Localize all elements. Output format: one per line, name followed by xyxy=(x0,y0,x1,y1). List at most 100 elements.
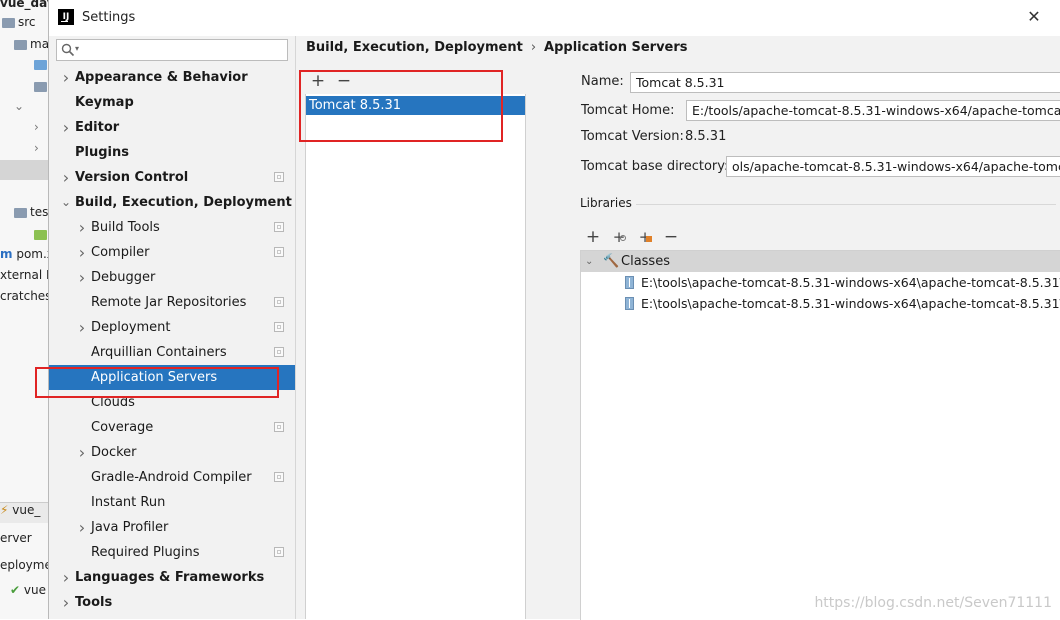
nav-item-label: Instant Run xyxy=(91,495,166,510)
intellij-icon: IJ xyxy=(58,9,74,25)
folder-icon xyxy=(34,81,47,92)
jar-row[interactable]: E:\tools\apache-tomcat-8.5.31-windows-x6… xyxy=(581,272,1060,293)
search-input[interactable]: ▾ xyxy=(56,39,288,61)
nav-item-arquillian-containers[interactable]: Arquillian Containers xyxy=(49,340,295,365)
tree-row-main[interactable]: ma xyxy=(14,37,49,51)
settings-nav: ▾ › Appearance & Behavior Keymap › Editor Plu… xyxy=(49,36,296,619)
content-pane: Build, Execution, Deployment › Application… xyxy=(296,36,1060,620)
chevron-right-icon[interactable]: › xyxy=(61,65,71,90)
chevron-right-icon[interactable]: › xyxy=(77,515,87,540)
nav-item-label: Appearance & Behavior xyxy=(75,70,248,85)
breadcrumb-separator: › xyxy=(530,40,537,55)
name-field[interactable]: Tomcat 8.5.31 xyxy=(630,72,1060,93)
settings-dialog: IJ Settings ✕ ▾ › Appearance & Behavior Ke… xyxy=(35,0,1060,620)
jar-icon xyxy=(625,297,634,310)
nav-item-clouds[interactable]: Clouds xyxy=(49,390,295,415)
name-label: Name: xyxy=(581,74,624,89)
tree-row-pom[interactable]: m pom.x xyxy=(0,247,54,261)
nav-item-compiler[interactable]: › Compiler xyxy=(49,240,295,265)
nav-item-keymap[interactable]: Keymap xyxy=(49,90,295,115)
ide-background-panel: vue_day01 src ma ⌄ › › tes m pom.x xtern… xyxy=(0,0,71,619)
remove-server-button[interactable]: − xyxy=(335,72,353,90)
nav-item-label: Plugins xyxy=(75,145,129,160)
chevron-right-icon[interactable]: › xyxy=(61,565,71,590)
chevron-right-icon[interactable]: › xyxy=(77,215,87,240)
nav-item-label: Required Plugins xyxy=(91,545,200,560)
external-icon xyxy=(646,236,652,242)
add-external-button[interactable]: + xyxy=(636,228,654,246)
folder-icon xyxy=(34,59,47,70)
nav-item-gradle-android-compiler[interactable]: Gradle-Android Compiler xyxy=(49,465,295,490)
nav-item-label: Java Profiler xyxy=(91,520,169,535)
tomcat-version-value: 8.5.31 xyxy=(685,129,727,144)
tree-row-src[interactable]: src xyxy=(2,15,36,29)
remove-library-button[interactable]: − xyxy=(662,228,680,246)
project-scope-icon xyxy=(274,347,284,357)
nav-item-docker[interactable]: › Docker xyxy=(49,440,295,465)
nav-item-build-execution-deployment[interactable]: ⌄ Build, Execution, Deployment xyxy=(49,190,295,215)
add-server-button[interactable]: + xyxy=(309,72,327,90)
check-icon: ✔ xyxy=(10,583,21,597)
project-scope-icon xyxy=(274,172,284,182)
chevron-down-icon[interactable]: ⌄ xyxy=(61,190,71,215)
chevron-right-icon[interactable]: › xyxy=(77,265,87,290)
chevron-right-icon[interactable]: › xyxy=(77,315,87,340)
nav-item-editor[interactable]: › Editor xyxy=(49,115,295,140)
libraries-divider xyxy=(636,204,1056,205)
close-icon[interactable]: ✕ xyxy=(1023,6,1045,28)
add-jar-button[interactable]: + xyxy=(610,228,628,246)
chevron-right-icon[interactable]: › xyxy=(61,115,71,140)
nav-item-languages-frameworks[interactable]: › Languages & Frameworks xyxy=(49,565,295,590)
server-list-item[interactable]: Tomcat 8.5.31 xyxy=(306,96,525,115)
chevron-right-icon[interactable]: › xyxy=(61,165,71,190)
tree-row-test[interactable]: tes xyxy=(14,205,48,219)
chevron-right-icon[interactable]: › xyxy=(77,440,87,465)
nav-item-build-tools[interactable]: › Build Tools xyxy=(49,215,295,240)
classes-label: Classes xyxy=(621,254,670,269)
nav-item-java-profiler[interactable]: › Java Profiler xyxy=(49,515,295,540)
nav-item-label: Build Tools xyxy=(91,220,160,235)
nav-item-instant-run[interactable]: Instant Run xyxy=(49,490,295,515)
maven-icon: m xyxy=(0,247,13,261)
nav-item-application-servers[interactable]: Application Servers xyxy=(49,365,295,390)
chevron-down-icon[interactable]: ⌄ xyxy=(14,99,24,113)
project-scope-icon xyxy=(274,547,284,557)
add-library-button[interactable]: + xyxy=(584,228,602,246)
chevron-right-icon[interactable]: › xyxy=(77,240,87,265)
folder-icon xyxy=(14,207,27,218)
nav-item-label: Clouds xyxy=(91,395,135,410)
chevron-down-icon[interactable]: ⌄ xyxy=(585,251,593,272)
classes-node[interactable]: ⌄ 🔨 Classes xyxy=(581,251,1060,272)
project-scope-icon xyxy=(274,222,284,232)
gear-icon xyxy=(620,235,626,241)
nav-item-label: Tools xyxy=(75,595,113,610)
tree-row-external-libs[interactable]: xternal L xyxy=(0,268,53,282)
nav-item-tools[interactable]: › Tools xyxy=(49,590,295,615)
chevron-right-icon[interactable]: › xyxy=(34,120,39,134)
nav-item-label: Compiler xyxy=(91,245,150,260)
breadcrumb-parent[interactable]: Build, Execution, Deployment xyxy=(306,40,523,55)
nav-item-label: Deployment xyxy=(91,320,171,335)
nav-item-plugins[interactable]: Plugins xyxy=(49,140,295,165)
nav-item-coverage[interactable]: Coverage xyxy=(49,415,295,440)
run-row-vue[interactable]: ✔ vue xyxy=(10,583,46,597)
tomcat-home-field[interactable]: E:/tools/apache-tomcat-8.5.31-windows-x6… xyxy=(686,100,1060,121)
run-row-server[interactable]: erver xyxy=(0,531,32,545)
jar-row[interactable]: E:\tools\apache-tomcat-8.5.31-windows-x6… xyxy=(581,293,1060,314)
nav-item-deployment[interactable]: › Deployment xyxy=(49,315,295,340)
nav-item-label: Languages & Frameworks xyxy=(75,570,265,585)
tree-selection xyxy=(0,160,48,180)
nav-item-debugger[interactable]: › Debugger xyxy=(49,265,295,290)
libraries-label: Libraries xyxy=(580,196,632,210)
run-tab[interactable]: ⚡ vue_ xyxy=(0,502,48,523)
dialog-title: Settings xyxy=(82,10,136,25)
nav-item-appearance-behavior[interactable]: › Appearance & Behavior xyxy=(49,65,295,90)
nav-item-required-plugins[interactable]: Required Plugins xyxy=(49,540,295,565)
nav-item-version-control[interactable]: › Version Control xyxy=(49,165,295,190)
nav-item-remote-jar-repositories[interactable]: Remote Jar Repositories xyxy=(49,290,295,315)
tree-row-scratches[interactable]: cratches xyxy=(0,289,51,303)
libraries-tree: ⌄ 🔨 Classes E:\tools\apache-tomcat-8.5.3… xyxy=(580,250,1060,620)
chevron-right-icon[interactable]: › xyxy=(61,590,71,615)
chevron-right-icon[interactable]: › xyxy=(34,141,39,155)
base-directory-field[interactable]: ols/apache-tomcat-8.5.31-windows-x64/apa… xyxy=(726,156,1060,177)
